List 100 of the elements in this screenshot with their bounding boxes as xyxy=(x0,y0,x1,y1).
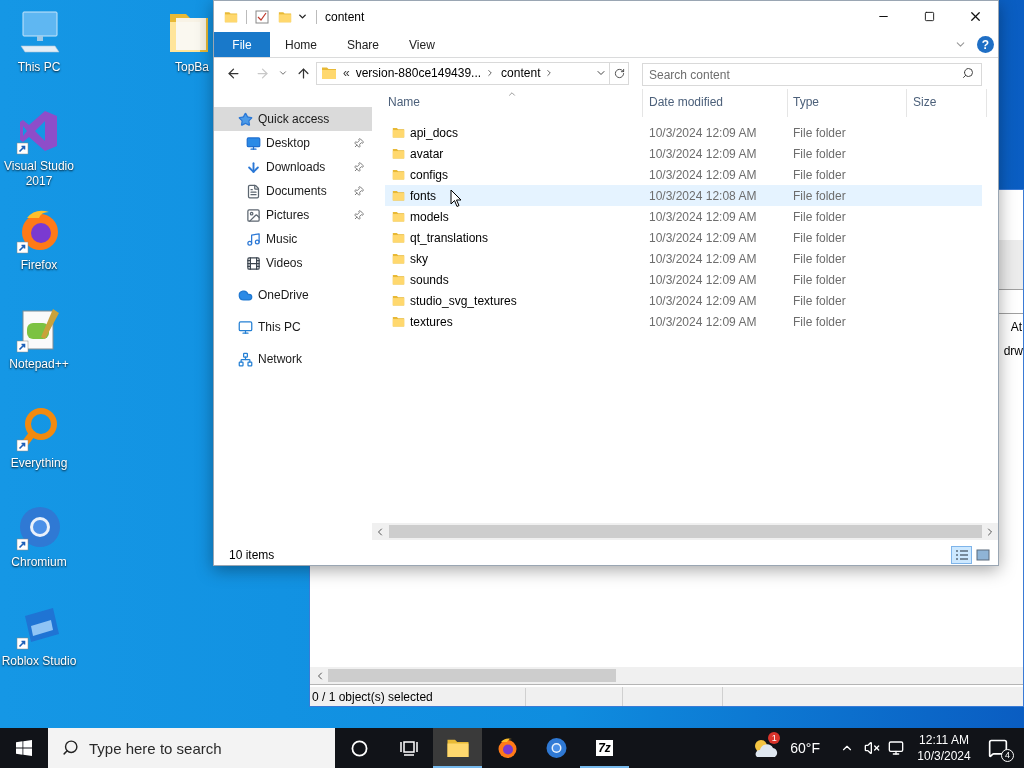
ribbon-tab[interactable]: View xyxy=(394,32,450,57)
refresh-icon[interactable] xyxy=(613,67,625,79)
column-header[interactable]: Name xyxy=(382,89,643,117)
file-row[interactable]: sounds 10/3/2024 12:09 AM File folder xyxy=(385,269,982,290)
nav-item[interactable]: Desktop xyxy=(214,131,372,155)
type-cell-text: File folder xyxy=(792,145,847,163)
folder-icon xyxy=(392,293,405,308)
file-row[interactable]: studio_svg_textures 10/3/2024 12:09 AM File folder xyxy=(385,290,982,311)
breadcrumb[interactable]: version-880ce149439... xyxy=(355,64,482,82)
nav-item[interactable]: OneDrive xyxy=(214,283,372,307)
taskbar-app[interactable]: 7z xyxy=(580,728,629,768)
folder-icon xyxy=(321,65,337,81)
file-name: avatar xyxy=(410,145,444,163)
7zip-icon[interactable]: 7z xyxy=(596,740,613,756)
folder-icon xyxy=(278,9,292,24)
address-bar[interactable]: « version-880ce149439... content xyxy=(316,61,610,85)
file-row[interactable]: textures 10/3/2024 12:09 AM File folder xyxy=(385,311,982,332)
file-row[interactable]: avatar 10/3/2024 12:09 AM File folder xyxy=(385,143,982,164)
type-cell-text: File folder xyxy=(792,271,847,289)
type-cell-text: File folder xyxy=(792,208,847,226)
file-row[interactable]: qt_translations 10/3/2024 12:09 AM File folder xyxy=(385,227,982,248)
notifications-icon[interactable] xyxy=(988,738,1008,758)
folder-icon xyxy=(392,251,405,266)
nav-item[interactable]: Pictures xyxy=(214,203,372,227)
dropdown-icon[interactable] xyxy=(297,11,308,22)
date-cell-text: 10/3/2024 12:09 AM xyxy=(648,229,758,247)
date-cell-text: 10/3/2024 12:09 AM xyxy=(648,250,758,268)
refresh-button[interactable] xyxy=(610,61,629,85)
scrollbar-thumb[interactable] xyxy=(389,525,982,538)
file-row[interactable]: sky 10/3/2024 12:09 AM File folder xyxy=(385,248,982,269)
back-icon[interactable] xyxy=(226,65,241,81)
column-header[interactable]: At xyxy=(1010,318,1023,336)
music-note-icon xyxy=(246,231,261,247)
date-cell-text: 10/3/2024 12:09 AM xyxy=(648,271,758,289)
up-icon[interactable] xyxy=(296,65,311,81)
file-row[interactable]: api_docs 10/3/2024 12:09 AM File folder xyxy=(385,122,982,143)
file-row[interactable]: models 10/3/2024 12:09 AM File folder xyxy=(385,206,982,227)
nav-item[interactable]: Network xyxy=(214,347,372,371)
overflow-marker[interactable]: « xyxy=(343,64,350,82)
folder-icon xyxy=(392,272,405,287)
window-title: content xyxy=(325,8,365,26)
type-cell-text: File folder xyxy=(792,292,847,310)
circle-icon[interactable] xyxy=(351,739,368,757)
file-name: fonts xyxy=(410,187,436,205)
ribbon-tab[interactable]: Share xyxy=(332,32,395,57)
nav-item[interactable]: Music xyxy=(214,227,372,251)
folder-icon xyxy=(392,314,405,329)
column-header[interactable]: Type xyxy=(788,89,907,117)
scrollbar-thumb[interactable] xyxy=(328,669,616,682)
horizontal-scrollbar[interactable] xyxy=(372,523,998,540)
ribbon-tab[interactable]: File xyxy=(214,32,270,57)
date-cell-text: 10/3/2024 12:09 AM xyxy=(648,166,758,184)
task-view-icon[interactable] xyxy=(399,739,418,757)
monitor-icon xyxy=(238,319,253,335)
nav-item[interactable]: Downloads xyxy=(214,155,372,179)
folder-icon xyxy=(392,188,405,203)
column-header[interactable]: Size xyxy=(907,89,987,117)
type-cell-text: File folder xyxy=(792,229,847,247)
nav-item[interactable]: Quick access xyxy=(214,107,372,131)
file-row[interactable]: fonts 10/3/2024 12:08 AM File folder xyxy=(385,185,982,206)
file-name: textures xyxy=(410,313,453,331)
folder-icon xyxy=(392,167,405,182)
file-name: api_docs xyxy=(410,124,459,142)
nav-item[interactable]: This PC xyxy=(214,315,372,339)
speaker-muted-icon[interactable] xyxy=(864,740,880,756)
date-cell-text: 10/3/2024 12:09 AM xyxy=(648,208,758,226)
search-icon[interactable] xyxy=(62,739,79,756)
file-name: models xyxy=(410,208,449,226)
taskbar-search-field[interactable]: Type here to search xyxy=(48,728,335,768)
help-icon[interactable]: ? xyxy=(977,36,994,53)
notification-count: 4 xyxy=(1001,749,1014,762)
sort-caret-icon xyxy=(507,89,517,99)
folder-icon xyxy=(392,230,405,245)
cursor-icon xyxy=(450,189,462,208)
clock[interactable]: 12:11 AM 10/3/2024 xyxy=(914,732,974,764)
column-header[interactable]: Date modified xyxy=(643,89,788,117)
file-row[interactable]: configs 10/3/2024 12:09 AM File folder xyxy=(385,164,982,185)
file-name: qt_translations xyxy=(410,229,489,247)
date-cell-text: 10/3/2024 12:09 AM xyxy=(648,313,758,331)
ribbon-tab[interactable]: Home xyxy=(270,32,332,57)
taskbar-app[interactable] xyxy=(433,728,482,768)
film-icon xyxy=(246,255,261,271)
temperature[interactable]: 60°F xyxy=(790,737,820,759)
search-field[interactable]: Search content xyxy=(642,63,982,86)
network-icon[interactable] xyxy=(888,740,904,756)
notification-badge: 1 xyxy=(768,732,781,744)
horizontal-scrollbar[interactable] xyxy=(310,667,1023,684)
windows-logo-icon[interactable] xyxy=(16,740,32,756)
maximize-icon[interactable] xyxy=(923,11,935,22)
folder-icon xyxy=(224,9,238,24)
network-icon xyxy=(238,351,253,367)
monitor-icon xyxy=(246,135,261,151)
nav-item[interactable]: Documents xyxy=(214,179,372,203)
file-name: sky xyxy=(410,250,428,268)
recent-locations-icon[interactable] xyxy=(278,68,288,78)
down-arrow-icon xyxy=(246,159,261,175)
breadcrumb[interactable]: content xyxy=(501,64,541,82)
nav-item[interactable]: Videos xyxy=(214,251,372,275)
date-cell-text: 10/3/2024 12:09 AM xyxy=(648,124,758,142)
properties-icon[interactable] xyxy=(255,9,269,24)
